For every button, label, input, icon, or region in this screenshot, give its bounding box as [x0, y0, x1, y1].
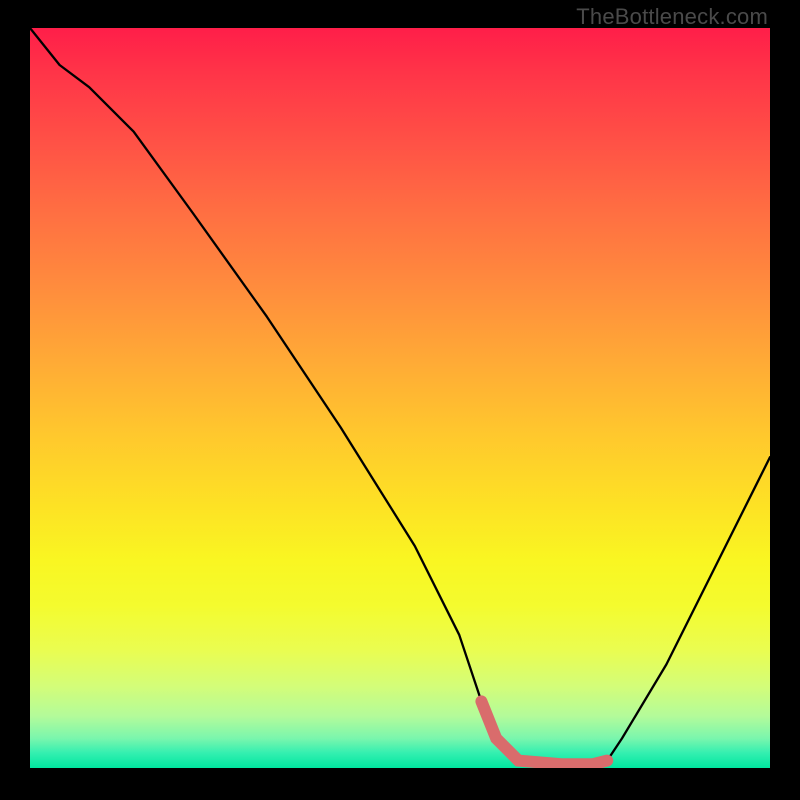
bottleneck-curve	[30, 28, 770, 768]
chart-area	[30, 28, 770, 768]
watermark-text: TheBottleneck.com	[576, 4, 768, 30]
